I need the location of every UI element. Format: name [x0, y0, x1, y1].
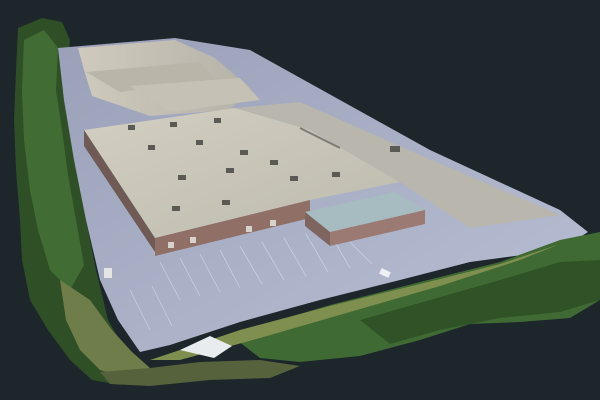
reconstruction-canvas [0, 0, 600, 400]
car-left [104, 268, 112, 278]
aerial-scene [0, 0, 600, 400]
